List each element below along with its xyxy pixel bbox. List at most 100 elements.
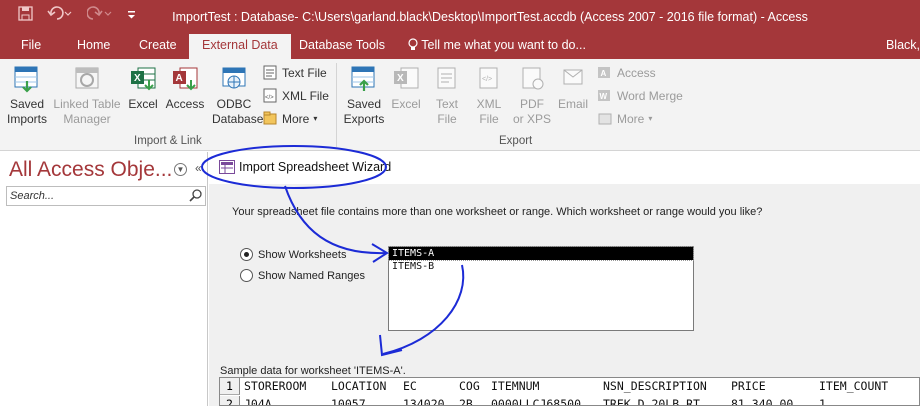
odbc-database-button[interactable]: ODBC Database xyxy=(212,65,264,127)
import-link-group-label: Import & Link xyxy=(134,135,202,147)
list-item[interactable]: ITEMS-A xyxy=(388,246,694,261)
more-icon xyxy=(262,111,278,126)
shutter-bar-close-icon[interactable]: « xyxy=(195,161,202,175)
excel-icon: X xyxy=(129,65,157,93)
more-label: More xyxy=(282,111,310,126)
odbc-label-2: Database xyxy=(212,112,264,126)
cell: 10057 xyxy=(331,397,366,406)
show-named-ranges-radio[interactable]: Show Named Ranges xyxy=(240,269,365,282)
export-text-label-2: File xyxy=(437,112,457,126)
export-more-icon xyxy=(597,111,613,126)
svg-text:</>: </> xyxy=(482,76,492,83)
tab-create[interactable]: Create xyxy=(139,38,177,52)
saved-imports-button[interactable]: Saved Imports xyxy=(5,65,49,127)
ribbon-tabs: File Home Create External Data Database … xyxy=(0,33,920,59)
export-xml-label-1: XML xyxy=(476,97,502,111)
import-excel-label: Excel xyxy=(128,97,158,111)
word-merge-label: Word Merge xyxy=(617,88,683,103)
linked-table-manager-button[interactable]: Linked Table Manager xyxy=(51,65,123,127)
export-xml-file-button[interactable]: </> XML File xyxy=(473,65,505,127)
radio-unselected[interactable] xyxy=(240,269,253,282)
odbc-icon xyxy=(220,65,248,93)
export-email-label: Email xyxy=(557,97,588,111)
dropdown-arrow-icon: ▾ xyxy=(648,114,653,123)
cell: 134020 xyxy=(403,397,445,406)
radio-selected[interactable] xyxy=(240,248,253,261)
cell: 1 xyxy=(819,397,826,406)
import-access-button[interactable]: A Access xyxy=(164,65,206,112)
svg-text:</>: </> xyxy=(265,95,274,101)
export-pdf-xps-button[interactable]: PDF or XPS xyxy=(512,65,552,127)
saved-imports-label-2: Imports xyxy=(6,112,47,126)
list-item[interactable]: ITEMS-B xyxy=(389,260,693,273)
cell: STOREROOM xyxy=(244,379,307,393)
export-pdf-label-2: or XPS xyxy=(512,112,551,126)
import-spreadsheet-wizard: Import Spreadsheet Wizard Your spreadshe… xyxy=(209,152,920,406)
window-title: ImportTest : Database- C:\Users\garland.… xyxy=(172,10,808,24)
export-group-label: Export xyxy=(499,135,533,147)
tab-external-data[interactable]: External Data xyxy=(189,34,291,59)
svg-text:X: X xyxy=(397,73,404,84)
tell-me-text: Tell me what you want to do... xyxy=(421,38,586,52)
show-worksheets-radio[interactable]: Show Worksheets xyxy=(240,248,346,261)
cell: 0000LLCJ68500 xyxy=(491,397,582,406)
cell: TREK D 20LB RT xyxy=(603,397,700,406)
linked-table-manager-icon xyxy=(73,65,101,93)
export-pdf-label-1: PDF xyxy=(520,97,544,111)
wizard-titlebar: Import Spreadsheet Wizard xyxy=(209,152,920,184)
cell: 2B xyxy=(459,397,473,406)
nav-search-input[interactable]: Search... xyxy=(6,186,206,206)
saved-exports-button[interactable]: Saved Exports xyxy=(342,65,386,127)
tell-me-box[interactable]: Tell me what you want to do... xyxy=(408,38,586,52)
text-file-label: Text File xyxy=(282,65,327,80)
chevron-down-icon[interactable]: ▼ xyxy=(174,163,187,176)
xml-file-icon: </> xyxy=(262,88,278,103)
export-text-file-button[interactable]: Text File xyxy=(431,65,463,127)
sample-data-grid[interactable]: 1 STOREROOM LOCATION EC COG ITEMNUM NSN_… xyxy=(219,377,920,406)
saved-exports-label-2: Exports xyxy=(343,112,385,126)
import-xml-file-button[interactable]: </> XML File xyxy=(262,88,329,103)
user-name[interactable]: Black, xyxy=(886,38,920,52)
cell: J04A xyxy=(244,397,272,406)
export-email-button[interactable]: Email xyxy=(556,65,590,112)
show-named-ranges-label: Show Named Ranges xyxy=(258,269,366,282)
nav-pane-title[interactable]: All Access Obje... xyxy=(9,158,172,182)
tab-home[interactable]: Home xyxy=(77,38,110,52)
import-text-file-button[interactable]: Text File xyxy=(262,65,327,80)
show-worksheets-label: Show Worksheets xyxy=(258,248,347,261)
svg-text:A: A xyxy=(601,69,607,78)
text-file-icon xyxy=(262,65,278,80)
row-number: 1 xyxy=(220,378,240,395)
export-more-button[interactable]: More ▾ xyxy=(597,111,652,126)
export-xml-label-2: File xyxy=(479,112,499,126)
tab-database-tools[interactable]: Database Tools xyxy=(299,38,385,52)
svg-text:W: W xyxy=(600,92,608,101)
cell: PRICE xyxy=(731,379,766,393)
worksheet-listbox[interactable]: ITEMS-A ITEMS-B xyxy=(388,246,694,331)
dropdown-arrow-icon: ▾ xyxy=(313,114,318,123)
import-excel-button[interactable]: X Excel xyxy=(126,65,160,112)
import-access-label: Access xyxy=(165,97,205,111)
cell: ITEM_COUNT xyxy=(819,379,889,393)
group-separator xyxy=(336,63,337,147)
tab-file[interactable]: File xyxy=(21,38,41,52)
export-excel-button[interactable]: X Excel xyxy=(389,65,423,112)
table-row: 2 J04A 10057 134020 2B 0000LLCJ68500 TRE… xyxy=(220,396,919,406)
word-merge-button[interactable]: W Word Merge xyxy=(597,88,683,103)
export-access-button[interactable]: A Access xyxy=(597,65,656,80)
cell: NSN_DESCRIPTION xyxy=(603,379,707,393)
linked-table-manager-label-1: Linked Table xyxy=(53,97,121,111)
text-export-icon xyxy=(433,65,461,93)
xml-file-label: XML File xyxy=(282,88,329,103)
export-text-label-1: Text xyxy=(435,97,458,111)
import-more-button[interactable]: More ▾ xyxy=(262,111,317,126)
access-icon: A xyxy=(171,65,199,93)
linked-table-manager-label-2: Manager xyxy=(63,112,111,126)
xml-export-icon: </> xyxy=(475,65,503,93)
svg-text:X: X xyxy=(134,73,141,84)
pdf-icon xyxy=(518,65,546,93)
saved-exports-label-1: Saved xyxy=(346,97,382,111)
lightbulb-icon xyxy=(408,38,421,52)
cell: EC xyxy=(403,379,417,393)
wizard-icon xyxy=(219,160,235,174)
